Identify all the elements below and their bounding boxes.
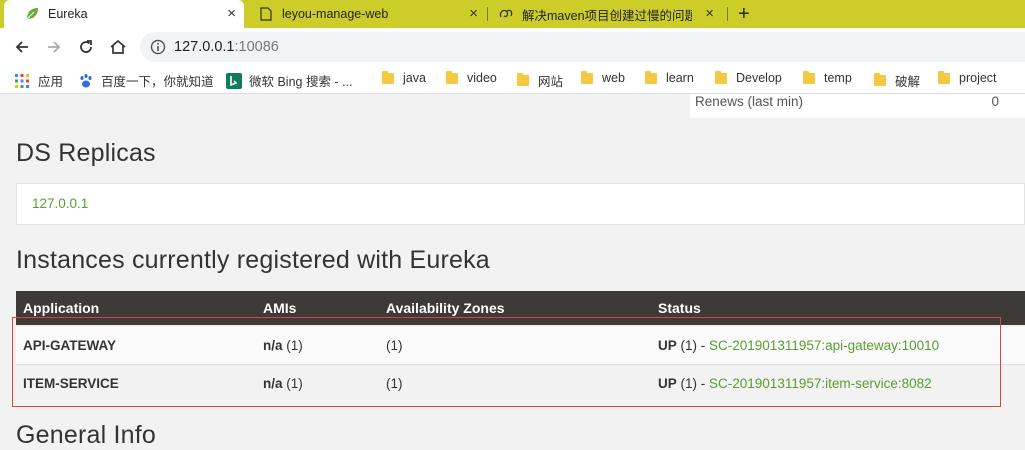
folder-icon — [382, 70, 394, 84]
tab-eureka[interactable]: Eureka × — [4, 0, 244, 28]
folder-icon — [803, 70, 815, 84]
bookmark-label: 微软 Bing 搜索 - ... — [249, 75, 353, 89]
bookmark-label: video — [467, 71, 497, 85]
address-bar[interactable]: 127.0.0.1:10086 — [140, 32, 1025, 62]
highlight-annotation — [12, 317, 1001, 407]
bookmark-label: 网站 — [538, 75, 564, 89]
column-header-application: Application — [23, 300, 100, 316]
document-icon — [258, 6, 274, 22]
bookmark-label: 应用 — [38, 75, 64, 89]
tab-title: leyou-manage-web — [282, 7, 389, 21]
browser-toolbar: 127.0.0.1:10086 — [0, 28, 1025, 66]
stat-value: 0 — [991, 94, 999, 109]
bookmarks-bar: 应用 百度一下，你就知道 微软 Bing 搜索 - ... java video… — [0, 66, 1025, 94]
instances-heading: Instances currently registered with Eure… — [16, 246, 490, 274]
close-tab-icon[interactable]: × — [227, 5, 236, 23]
stat-label: Renews (last min) — [695, 94, 804, 109]
forward-button[interactable] — [43, 36, 65, 58]
tab-bar: Eureka × leyou-manage-web × 解决maven项目创建过… — [0, 0, 1025, 28]
bookmark-label: Develop — [736, 71, 782, 85]
bookmark-label: learn — [666, 71, 694, 85]
arrow-right-icon — [48, 41, 61, 53]
apps-grid-icon — [15, 73, 29, 88]
bookmark-label: temp — [824, 71, 852, 85]
column-header-availability-zones: Availability Zones — [386, 300, 505, 316]
close-tab-icon[interactable]: × — [705, 5, 714, 23]
tab-title: Eureka — [48, 7, 88, 21]
folder-icon — [581, 70, 593, 84]
tab-title: 解决maven项目创建过慢的问题 — [522, 8, 692, 23]
new-tab-button[interactable]: + — [738, 2, 750, 26]
tab-leyou-manage-web[interactable]: leyou-manage-web × — [244, 0, 486, 28]
ds-replicas-heading: DS Replicas — [16, 139, 156, 167]
bookmark-label: 破解 — [895, 75, 921, 89]
url-port: :10086 — [234, 39, 279, 55]
folder-icon — [645, 70, 657, 84]
folder-icon — [938, 70, 950, 84]
bookmark-folder-sites[interactable]: 网站 — [517, 71, 563, 90]
swirl-icon — [498, 6, 514, 22]
bookmark-folder-project[interactable]: project — [938, 70, 997, 85]
bookmark-folder-java[interactable]: java — [382, 70, 426, 85]
bookmark-label: project — [959, 71, 997, 85]
reload-icon — [80, 40, 92, 53]
bookmark-folder-learn[interactable]: learn — [645, 70, 694, 85]
home-icon — [110, 39, 126, 54]
folder-icon — [874, 73, 886, 86]
bookmark-label: java — [403, 71, 426, 85]
bookmark-folder-develop[interactable]: Develop — [715, 70, 782, 85]
column-header-amis: AMIs — [263, 300, 297, 316]
tab-separator — [727, 7, 728, 21]
bookmark-folder-temp[interactable]: temp — [803, 70, 852, 85]
bookmark-label: 百度一下，你就知道 — [101, 75, 214, 89]
arrow-left-icon — [15, 41, 28, 53]
info-icon[interactable] — [150, 39, 166, 55]
home-button[interactable] — [107, 36, 129, 58]
bookmark-folder-web[interactable]: web — [581, 70, 625, 85]
bookmark-baidu[interactable]: 百度一下，你就知道 — [78, 71, 214, 90]
bookmark-bing[interactable]: 微软 Bing 搜索 - ... — [226, 71, 353, 90]
back-button[interactable] — [11, 36, 33, 58]
replica-link[interactable]: 127.0.0.1 — [32, 196, 88, 211]
replicas-list: 127.0.0.1 — [16, 183, 1025, 225]
folder-icon — [715, 70, 727, 84]
url-host: 127.0.0.1 — [174, 39, 235, 55]
bookmark-label: web — [602, 71, 625, 85]
reload-button[interactable] — [75, 36, 97, 58]
eureka-leaf-icon — [24, 6, 40, 22]
folder-icon — [517, 73, 529, 86]
bookmark-folder-video[interactable]: video — [446, 70, 497, 85]
column-header-status: Status — [658, 300, 701, 316]
bookmark-folder-crack[interactable]: 破解 — [874, 71, 920, 90]
bookmark-apps[interactable]: 应用 — [15, 71, 63, 90]
close-tab-icon[interactable]: × — [469, 5, 478, 23]
folder-icon — [446, 70, 458, 84]
bing-icon — [226, 72, 242, 89]
renews-stat-row: Renews (last min) 0 — [690, 94, 1025, 118]
tab-maven-question[interactable]: 解决maven项目创建过慢的问题 × — [488, 0, 726, 28]
baidu-paw-icon — [80, 73, 92, 87]
